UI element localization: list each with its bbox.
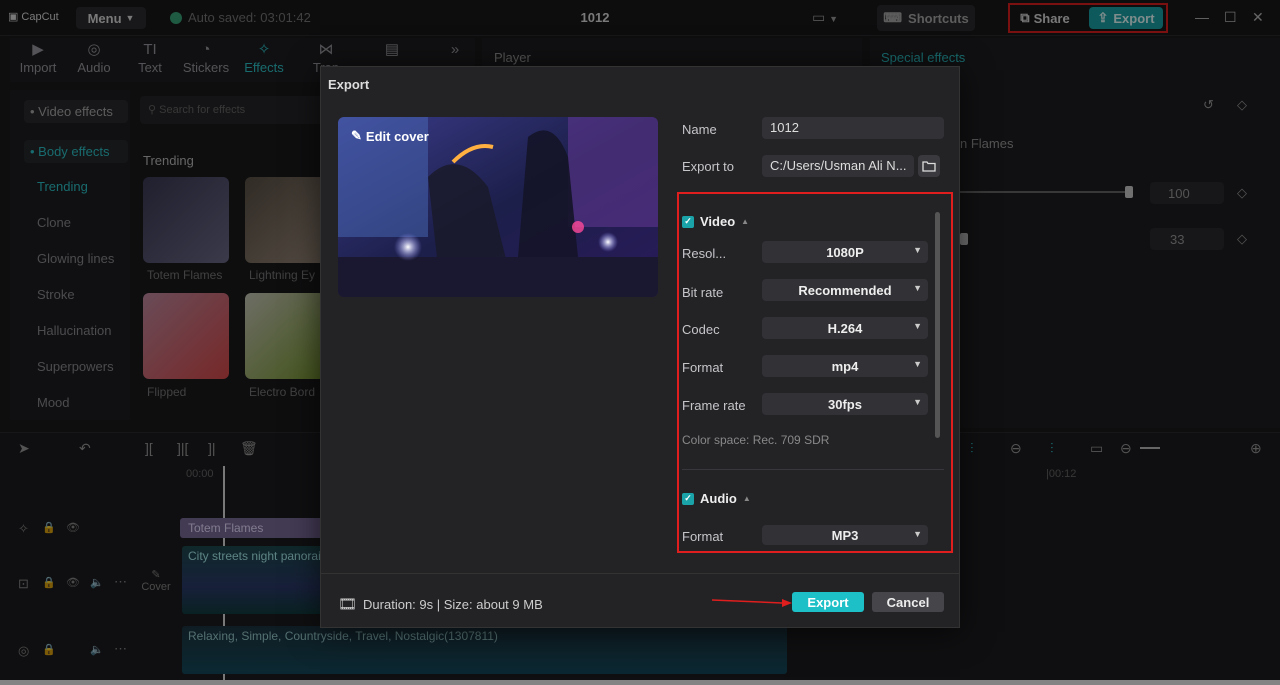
format-select[interactable]: mp4 ▼: [762, 355, 928, 377]
chevron-down-icon: ▼: [913, 529, 922, 539]
video-section-toggle[interactable]: ✓ Video ▲: [682, 214, 749, 229]
duration-info: 🎞 Duration: 9s | Size: about 9 MB: [338, 596, 543, 613]
name-input[interactable]: 1012: [762, 117, 944, 139]
chevron-down-icon: ▼: [913, 283, 922, 293]
bitrate-label: Bit rate: [682, 285, 724, 300]
audio-format-label: Format: [682, 529, 724, 544]
cover-preview[interactable]: [338, 117, 658, 297]
checkbox-checked-icon[interactable]: ✓: [682, 215, 694, 228]
chevron-up-icon: ▲: [741, 217, 750, 226]
dialog-title: Export: [328, 77, 370, 92]
edit-cover-button[interactable]: ✎ Edit cover: [351, 128, 429, 144]
chevron-down-icon: ▼: [913, 321, 922, 331]
name-label: Name: [682, 122, 717, 137]
export-to-label: Export to: [682, 159, 735, 174]
cancel-button[interactable]: Cancel: [872, 592, 944, 612]
footer-divider: [321, 573, 959, 574]
export-path-input[interactable]: C:/Users/Usman Ali N...: [762, 155, 914, 177]
chevron-down-icon: ▼: [913, 397, 922, 407]
audio-format-select[interactable]: MP3 ▼: [762, 525, 928, 545]
chevron-up-icon: ▲: [742, 494, 751, 503]
audio-section-toggle[interactable]: ✓ Audio ▲: [682, 491, 751, 506]
format-label: Format: [682, 360, 724, 375]
settings-scrollbar[interactable]: [935, 212, 940, 438]
resolution-select[interactable]: 1080P ▼: [762, 241, 928, 263]
resolution-label: Resol...: [682, 246, 727, 261]
colorspace-info: Color space: Rec. 709 SDR: [682, 433, 830, 447]
framerate-label: Frame rate: [682, 398, 746, 413]
section-divider: [682, 469, 944, 470]
checkbox-checked-icon[interactable]: ✓: [682, 492, 694, 505]
folder-icon[interactable]: [918, 155, 940, 177]
bitrate-select[interactable]: Recommended ▼: [762, 279, 928, 301]
chevron-down-icon: ▼: [913, 359, 922, 369]
annotation-arrow: [712, 599, 792, 607]
chevron-down-icon: ▼: [913, 245, 922, 255]
film-icon: 🎞: [338, 596, 358, 613]
cover-image: [338, 117, 658, 297]
edit-icon: ✎: [351, 128, 362, 143]
codec-label: Codec: [682, 322, 720, 337]
framerate-select[interactable]: 30fps ▼: [762, 393, 928, 415]
export-button[interactable]: Export: [792, 592, 864, 612]
codec-select[interactable]: H.264 ▼: [762, 317, 928, 339]
